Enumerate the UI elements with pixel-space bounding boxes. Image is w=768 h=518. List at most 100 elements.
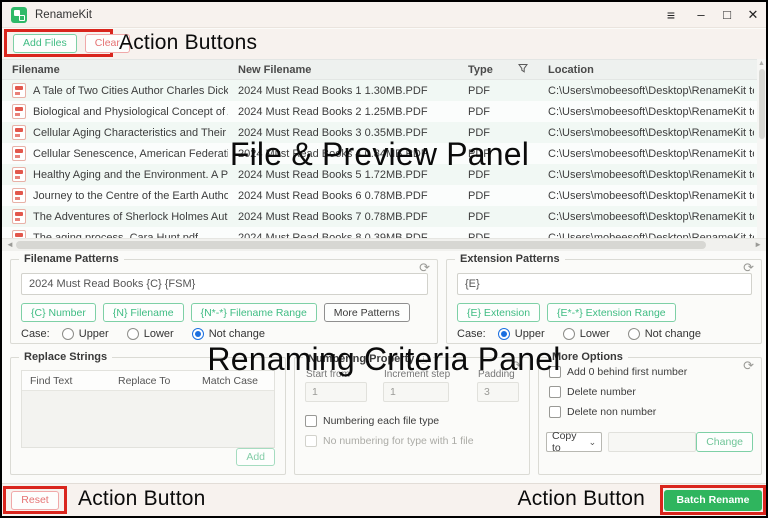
location-cell: C:\Users\mobeesoft\Desktop\RenameKit tes… bbox=[538, 211, 766, 223]
table-row[interactable]: Biological and Physiological Concept of … bbox=[2, 101, 766, 122]
table-row[interactable]: Journey to the Centre of the Earth Autho… bbox=[2, 185, 766, 206]
scroll-left-icon[interactable]: ◄ bbox=[6, 240, 14, 249]
type-cell: PDF bbox=[458, 169, 538, 181]
maximize-icon[interactable]: □ bbox=[714, 2, 740, 28]
pattern-extension-range-button[interactable]: {E*-*} Extension Range bbox=[547, 303, 676, 322]
checkbox-add-0-behind-first-number[interactable]: Add 0 behind first number bbox=[549, 366, 687, 378]
table-row[interactable]: The aging process, Cara Hunt.pdf2024 Mus… bbox=[2, 227, 766, 238]
increment-step-input[interactable] bbox=[383, 382, 449, 402]
radio-lower[interactable]: Lower bbox=[563, 328, 610, 340]
add-files-button[interactable]: Add Files bbox=[13, 34, 77, 53]
radio-upper[interactable]: Upper bbox=[498, 328, 545, 340]
copy-to-select[interactable]: Copy to ⌄ bbox=[546, 432, 602, 452]
pdf-icon bbox=[12, 83, 26, 98]
scroll-up-icon[interactable]: ▲ bbox=[757, 60, 766, 67]
checkbox-no-numbering-for-type-with-1[interactable]: No numbering for type with 1 file bbox=[305, 435, 474, 447]
pdf-icon bbox=[12, 125, 26, 140]
chevron-down-icon: ⌄ bbox=[589, 438, 597, 447]
pattern-number-button[interactable]: {C} Number bbox=[21, 303, 96, 322]
start-from-input[interactable] bbox=[305, 382, 367, 402]
menu-icon[interactable]: ≡ bbox=[658, 2, 684, 28]
numbering-property-title: Numbering Property ⓘ bbox=[303, 351, 433, 366]
filename-cell: Cellular Aging Characteristics and Their… bbox=[2, 125, 228, 140]
change-button[interactable]: Change bbox=[696, 432, 753, 452]
info-icon[interactable]: ⓘ bbox=[418, 351, 428, 366]
horizontal-scrollbar-thumb[interactable] bbox=[16, 241, 706, 249]
filename-patterns-title: Filename Patterns bbox=[19, 253, 124, 265]
radio-lower[interactable]: Lower bbox=[127, 328, 174, 340]
copy-to-input[interactable] bbox=[608, 432, 696, 452]
pdf-icon bbox=[12, 167, 26, 182]
column-header-location[interactable]: Location bbox=[538, 64, 766, 76]
type-cell: PDF bbox=[458, 211, 538, 223]
checkbox-delete-number[interactable]: Delete number bbox=[549, 386, 687, 398]
type-cell: PDF bbox=[458, 106, 538, 118]
checkbox-delete-non-number[interactable]: Delete non number bbox=[549, 406, 687, 418]
pdf-icon bbox=[12, 230, 26, 238]
radio-icon bbox=[127, 328, 139, 340]
reset-more-options-icon[interactable]: ⟳ bbox=[743, 359, 754, 372]
vertical-scrollbar[interactable]: ▲ bbox=[757, 59, 766, 238]
annotation-action-button-left: Action Button bbox=[78, 487, 206, 511]
new-filename-cell: 2024 Must Read Books 2 1.25MB.PDF bbox=[228, 106, 458, 118]
reset-button[interactable]: Reset bbox=[11, 491, 58, 510]
extension-case-radios: Upper Lower Not change bbox=[498, 328, 701, 340]
pattern-filename-range-button[interactable]: {N*-*} Filename Range bbox=[191, 303, 317, 322]
table-row[interactable]: A Tale of Two Cities Author Charles Dick… bbox=[2, 80, 766, 101]
pattern-extension-button[interactable]: {E} Extension bbox=[457, 303, 540, 322]
numbering-property-panel: Numbering Property ⓘ ⟳ Start from Increm… bbox=[294, 357, 530, 475]
new-filename-cell: 2024 Must Read Books 1 1.30MB.PDF bbox=[228, 85, 458, 97]
case-label: Case: bbox=[457, 328, 486, 340]
checkbox-icon bbox=[549, 386, 561, 398]
vertical-scrollbar-thumb[interactable] bbox=[759, 69, 765, 139]
checkbox-icon bbox=[549, 406, 561, 418]
table-row[interactable]: Cellular Senescence, American Federation… bbox=[2, 143, 766, 164]
radio-not-change[interactable]: Not change bbox=[192, 328, 265, 340]
filter-icon[interactable] bbox=[518, 63, 528, 76]
close-icon[interactable]: ✕ bbox=[740, 2, 766, 28]
clear-button[interactable]: Clear bbox=[85, 34, 130, 53]
replace-strings-title: Replace Strings bbox=[19, 351, 112, 363]
app-logo-icon bbox=[11, 7, 27, 23]
window-controls: ≡ – □ ✕ bbox=[658, 2, 766, 28]
pdf-icon bbox=[12, 188, 26, 203]
replace-strings-table: Find Text Replace To Match Case bbox=[21, 370, 275, 448]
batch-rename-button[interactable]: Batch Rename bbox=[664, 490, 763, 511]
add-replace-rule-button[interactable]: Add bbox=[236, 448, 275, 466]
radio-not-change[interactable]: Not change bbox=[628, 328, 701, 340]
table-row[interactable]: Healthy Aging and the Environment. A Poc… bbox=[2, 164, 766, 185]
pattern-filename-button[interactable]: {N} Filename bbox=[103, 303, 184, 322]
filename-case-radios: Upper Lower Not change bbox=[62, 328, 265, 340]
window-title: RenameKit bbox=[35, 9, 92, 21]
horizontal-scrollbar[interactable]: ◄ ► bbox=[2, 238, 766, 251]
filename-pattern-buttons: {C} Number {N} Filename {N*-*} Filename … bbox=[21, 303, 410, 322]
table-row[interactable]: The Adventures of Sherlock Holmes Author… bbox=[2, 206, 766, 227]
checkbox-numbering-each-file-type[interactable]: Numbering each file type bbox=[305, 415, 474, 427]
radio-icon bbox=[563, 328, 575, 340]
annotation-box-batch-rename: Batch Rename bbox=[660, 485, 766, 515]
type-cell: PDF bbox=[458, 190, 538, 202]
column-header-type-label: Type bbox=[468, 64, 493, 76]
filename-pattern-input[interactable] bbox=[21, 273, 428, 295]
location-cell: C:\Users\mobeesoft\Desktop\RenameKit tes… bbox=[538, 106, 766, 118]
padding-label: Padding bbox=[478, 369, 515, 380]
minimize-icon[interactable]: – bbox=[688, 2, 714, 28]
radio-upper[interactable]: Upper bbox=[62, 328, 109, 340]
location-cell: C:\Users\mobeesoft\Desktop\RenameKit tes… bbox=[538, 85, 766, 97]
checkbox-icon bbox=[305, 415, 317, 427]
column-header-new-filename[interactable]: New Filename bbox=[228, 64, 458, 76]
extension-patterns-title: Extension Patterns bbox=[455, 253, 565, 265]
renaming-criteria-area: Filename Patterns ⟳ {C} Number {N} Filen… bbox=[2, 251, 766, 484]
replace-strings-panel: Replace Strings Find Text Replace To Mat… bbox=[10, 357, 286, 475]
extension-pattern-input[interactable] bbox=[457, 273, 752, 295]
table-row[interactable]: Cellular Aging Characteristics and Their… bbox=[2, 122, 766, 143]
more-patterns-button[interactable]: More Patterns bbox=[324, 303, 410, 322]
extension-patterns-panel: Extension Patterns ⟳ {E} Extension {E*-*… bbox=[446, 259, 762, 344]
filename-cell: The Adventures of Sherlock Holmes Author… bbox=[2, 209, 228, 224]
padding-input[interactable] bbox=[477, 382, 519, 402]
location-cell: C:\Users\mobeesoft\Desktop\RenameKit tes… bbox=[538, 190, 766, 202]
scroll-right-icon[interactable]: ► bbox=[754, 240, 762, 249]
column-header-filename[interactable]: Filename bbox=[2, 64, 228, 76]
more-options-panel: More Options ⟳ Add 0 behind first number… bbox=[538, 357, 762, 475]
column-header-type[interactable]: Type bbox=[458, 63, 538, 76]
